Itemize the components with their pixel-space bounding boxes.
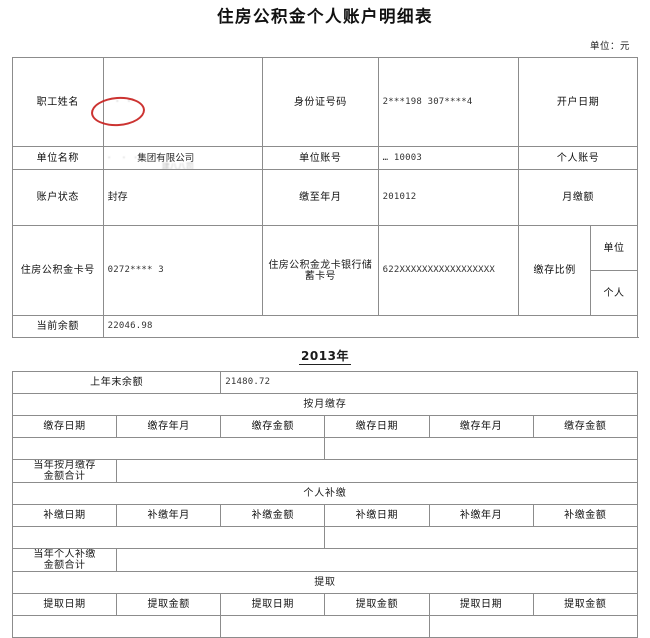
value-personal-supplement-total — [116, 548, 638, 572]
redacted-name: ㅤ·ㅤ·ㅤ — [107, 97, 140, 107]
column-header: 提取日期 — [220, 593, 326, 616]
label-company-name: 单位名称 — [12, 146, 104, 170]
column-header: 缴存日期 — [324, 415, 430, 438]
label-line-2: 金额合计 — [43, 471, 86, 482]
label-personal-supplement-total: 当年个人补缴 金额合计 — [11, 548, 118, 572]
section-title-monthly-deposit: 按月缴存 — [12, 393, 638, 416]
label-paid-until: 缴至年月 — [262, 169, 379, 226]
label-open-date: 开户日期 — [518, 57, 638, 147]
column-header: 提取金额 — [116, 593, 222, 616]
label-deposit-ratio: 缴存比例 — [518, 225, 592, 316]
section-title-personal-supplement: 个人补缴 — [12, 482, 638, 505]
label-bank-card-number: 住房公积金龙卡银行储蓄卡号 — [262, 225, 379, 316]
label-line-1: 当年按月缴存 — [33, 460, 96, 472]
label-current-balance: 当前余额 — [12, 315, 104, 338]
value-bank-card-number: 622XXXXXXXXXXXXXXXXX — [377, 225, 520, 316]
column-header: 提取日期 — [428, 593, 534, 616]
column-header: 提取金额 — [532, 593, 639, 616]
value-paid-until: 201012 — [377, 169, 520, 226]
year-detail-table: 上年末余额 21480.72 按月缴存 缴存日期 缴存年月 缴存金额 缴存日期 … — [11, 371, 639, 638]
column-header: 补缴金额 — [532, 504, 639, 527]
table-cell-empty-2 — [220, 615, 430, 638]
table-header-row-monthly-deposit: 缴存日期 缴存年月 缴存金额 缴存日期 缴存年月 缴存金额 — [11, 415, 639, 438]
column-header: 提取金额 — [324, 593, 430, 616]
value-employee-name: ㅤ·ㅤ·ㅤ — [102, 57, 264, 147]
value-current-balance: 22046.98 — [102, 315, 639, 338]
column-header: 缴存年月 — [428, 415, 534, 438]
value-id-number: 2***198 307****4 — [377, 57, 520, 147]
year-heading: 2013年 — [12, 338, 638, 371]
label-ratio-personal: 个人 — [590, 270, 638, 316]
label-line-2: 金额合计 — [43, 560, 86, 571]
section-header-withdrawal: 提取 — [12, 571, 638, 594]
label-employee-name: 职工姓名 — [12, 57, 104, 147]
table-row-name: 职工姓名 ㅤ·ㅤ·ㅤ 身份证号码 2***198 307****4 开户日期 2… — [12, 57, 638, 147]
column-header: 补缴年月 — [428, 504, 534, 527]
label-ratio-company: 单位 — [590, 225, 638, 271]
value-prev-year-balance: 21480.72 — [220, 371, 638, 394]
table-cell-empty-right — [324, 526, 638, 549]
value-company-name: ·ㅤ ·ㅤ·集团有限公司 建八八司 — [102, 146, 264, 170]
column-header: 补缴年月 — [116, 504, 222, 527]
section-header-monthly-deposit: 按月缴存 — [12, 393, 638, 416]
table-cell-empty-left — [11, 437, 326, 460]
label-line-1: 当年个人补缴 — [33, 549, 96, 561]
value-fund-card-number: 0272**** 3 — [102, 225, 264, 316]
table-header-row-withdrawal: 提取日期 提取金额 提取日期 提取金额 提取日期 提取金额 — [11, 593, 639, 616]
value-account-status: 封存 — [102, 169, 264, 226]
table-row-fund-card: 住房公积金卡号 0272**** 3 住房公积金龙卡银行储蓄卡号 622XXXX… — [12, 225, 638, 316]
label-monthly-deposit-total: 当年按月缴存 金额合计 — [11, 459, 118, 483]
table-header-row-personal-supplement: 补缴日期 补缴年月 补缴金额 补缴日期 补缴年月 补缴金额 — [11, 504, 639, 527]
table-row — [11, 615, 638, 638]
table-row-prev-balance: 上年末余额 21480.72 — [11, 371, 638, 394]
column-header: 缴存金额 — [220, 415, 326, 438]
table-cell-empty-right — [324, 437, 638, 460]
column-header: 缴存金额 — [532, 415, 639, 438]
column-header: 缴存日期 — [11, 415, 118, 438]
table-row-monthly-total: 当年按月缴存 金额合计 — [11, 459, 638, 483]
column-header: 补缴日期 — [324, 504, 430, 527]
section-title-withdrawal: 提取 — [12, 571, 638, 594]
section-header-personal-supplement: 个人补缴 — [12, 482, 638, 505]
table-row — [11, 526, 638, 549]
column-header: 提取日期 — [11, 593, 118, 616]
table-row-supplement-total: 当年个人补缴 金额合计 — [11, 548, 638, 572]
page-title: 住房公积金个人账户明细表 — [217, 7, 433, 26]
column-header: 补缴金额 — [220, 504, 326, 527]
label-prev-year-balance: 上年末余额 — [11, 371, 222, 394]
column-header: 补缴日期 — [11, 504, 118, 527]
value-monthly-deposit-total — [116, 459, 638, 483]
account-info-table: 职工姓名 ㅤ·ㅤ·ㅤ 身份证号码 2***198 307****4 开户日期 2… — [12, 57, 639, 338]
label-personal-account: 个人账号 — [518, 146, 638, 170]
table-cell-empty-1 — [11, 615, 222, 638]
redacted-company-sub: 建八八司 — [161, 161, 194, 170]
currency-unit-note: 单位：元 — [589, 41, 630, 52]
redacted-company-prefix: ·ㅤ ·ㅤ· — [107, 152, 138, 164]
label-company-account: 单位账号 — [262, 146, 379, 170]
label-monthly-amount: 月缴额 — [518, 169, 638, 226]
table-cell-empty-3 — [428, 615, 638, 638]
table-row-status: 账户状态 封存 缴至年月 201012 月缴额 820.00 — [12, 169, 638, 226]
table-row — [11, 437, 638, 460]
year-label: 2013年 — [299, 349, 351, 365]
table-row-current-balance: 当前余额 22046.98 — [12, 315, 639, 338]
document-page: 住房公积金个人账户明细表 单位：元 职工姓名 ㅤ·ㅤ·ㅤ 身份证号码 2***1… — [0, 0, 650, 638]
value-company-account: … 10003 — [377, 146, 520, 170]
label-fund-card-number: 住房公积金卡号 — [12, 225, 104, 316]
column-header: 缴存年月 — [116, 415, 222, 438]
label-account-status: 账户状态 — [12, 169, 104, 226]
table-cell-empty-left — [11, 526, 326, 549]
table-row-company: 单位名称 ·ㅤ ·ㅤ·集团有限公司 建八八司 单位账号 … 10003 个人账号… — [12, 146, 638, 170]
label-id-number: 身份证号码 — [262, 57, 379, 147]
